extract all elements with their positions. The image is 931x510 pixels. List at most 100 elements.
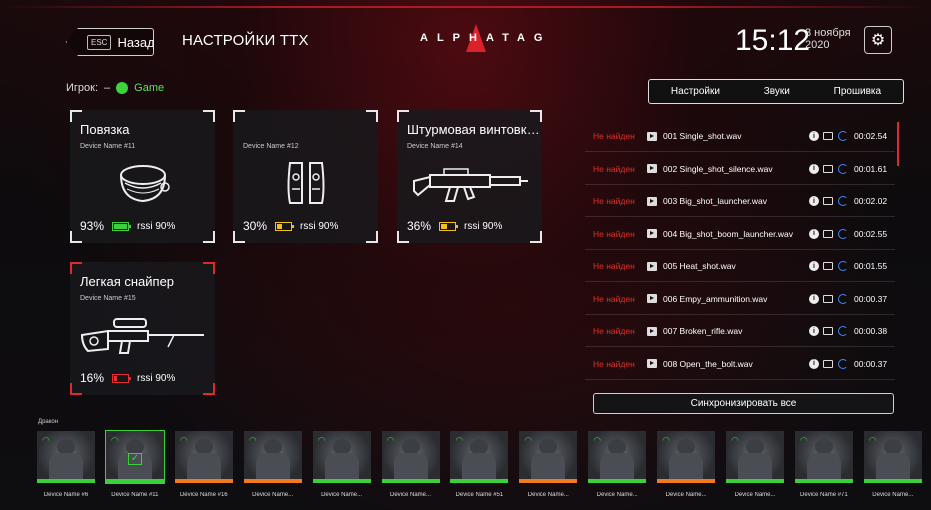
device-title: Повязка: [80, 122, 130, 137]
player-name: Device Name...: [596, 492, 638, 498]
play-icon[interactable]: [647, 229, 657, 238]
play-icon[interactable]: [647, 261, 657, 271]
play-icon[interactable]: [647, 131, 657, 141]
wifi-icon: ◠: [455, 435, 464, 445]
folder-icon[interactable]: [823, 262, 833, 270]
device-name: Device Name #15: [80, 295, 136, 302]
folder-icon[interactable]: [823, 294, 833, 303]
info-icon[interactable]: i: [809, 131, 819, 141]
play-icon[interactable]: [647, 294, 657, 303]
sync-icon[interactable]: [838, 131, 848, 141]
status-bar: [450, 479, 509, 483]
sound-duration: 00:02.02: [854, 196, 888, 206]
sound-filename: 005 Heat_shot.wav: [663, 261, 736, 271]
folder-icon[interactable]: [823, 197, 833, 205]
top-accent-line: [0, 6, 931, 8]
folder-icon[interactable]: [823, 164, 833, 173]
sound-row[interactable]: Не найден 004 Big_shot_boom_launcher.wav i…: [585, 219, 895, 250]
player-name: Device Name...: [527, 492, 569, 498]
status-bar: [657, 479, 716, 483]
player-tile[interactable]: ◠: [37, 431, 95, 483]
device-card-sniper-rifle[interactable]: Легкая снайпер Device Name #15 16% rssi …: [70, 262, 215, 395]
sound-status: Не найден: [593, 196, 635, 206]
check-icon: ✓: [127, 453, 142, 465]
info-icon[interactable]: i: [809, 293, 819, 304]
wifi-icon: ◠: [799, 435, 808, 445]
player-tile[interactable]: ◠: [174, 431, 233, 483]
folder-icon[interactable]: [823, 132, 833, 140]
rssi-value: rssi 90%: [137, 220, 176, 232]
sound-status: Не найден: [593, 293, 635, 304]
wifi-icon: ◠: [248, 435, 257, 445]
player-name: Device Name #6: [43, 492, 89, 498]
player-tile[interactable]: ◠: [519, 431, 578, 483]
play-icon[interactable]: [647, 196, 657, 206]
player-tile[interactable]: ◠: [794, 431, 853, 483]
sync-icon[interactable]: [838, 326, 848, 336]
battery-icon: [439, 221, 459, 231]
sync-icon[interactable]: [838, 358, 848, 369]
sound-row[interactable]: Не найден 002 Single_shot_silence.wav i 00:…: [585, 154, 895, 185]
info-icon[interactable]: i: [809, 261, 819, 271]
sync-icon[interactable]: [838, 196, 848, 206]
folder-icon[interactable]: [823, 229, 833, 238]
tab-bar: Настройки Звуки Прошивка: [648, 79, 904, 104]
status-bar: [243, 479, 302, 483]
tab-sounds[interactable]: Звуки: [764, 86, 790, 97]
player-tile[interactable]: ◠: [312, 431, 371, 483]
wifi-icon: ◠: [868, 435, 877, 445]
sound-row[interactable]: Не найден 001 Single_shot.wav i 00:02.54: [585, 121, 895, 152]
folder-icon[interactable]: [823, 327, 833, 335]
sound-row[interactable]: Не найден 005 Heat_shot.wav i 00:01.55: [585, 251, 895, 282]
device-name: Device Name #14: [407, 143, 463, 150]
sync-icon[interactable]: [838, 293, 848, 304]
play-icon[interactable]: [647, 359, 657, 368]
sound-row[interactable]: Не найден 006 Empy_ammunition.wav i 00:00.3…: [585, 284, 895, 315]
sync-icon[interactable]: [838, 163, 848, 174]
sound-filename: 006 Empy_ammunition.wav: [663, 293, 768, 304]
battery-icon: [112, 221, 132, 231]
sound-duration: 00:02.54: [854, 131, 888, 141]
device-card-headband[interactable]: Повязка Device Name #11 93% rssi 90%: [70, 110, 215, 243]
sync-icon[interactable]: [838, 228, 848, 239]
tab-settings[interactable]: Настройки: [671, 86, 720, 97]
player-tile[interactable]: ◠: [863, 431, 922, 483]
player-tile[interactable]: ◠ ✓: [104, 430, 165, 484]
sound-status: Не найден: [593, 131, 635, 141]
player-name: Device Name #71: [800, 492, 848, 498]
sound-row[interactable]: Не найден 008 Open_the_bolt.wav i 00:00.37: [585, 349, 895, 380]
player-tile[interactable]: ◠: [588, 431, 647, 483]
play-icon[interactable]: [647, 326, 657, 336]
tab-firmware[interactable]: Прошивка: [834, 86, 881, 97]
info-icon[interactable]: i: [809, 163, 819, 174]
folder-icon[interactable]: [823, 359, 833, 368]
device-card-assault-rifle[interactable]: Штурмовая винтовка... Device Name #14 36…: [397, 110, 542, 243]
player-name: Device Name #51: [455, 492, 504, 498]
sound-status: Не найден: [593, 358, 635, 369]
info-icon[interactable]: i: [809, 196, 819, 206]
player-tile[interactable]: ◠: [726, 431, 784, 483]
player-value: –: [104, 82, 111, 94]
player-tile[interactable]: ◠: [243, 431, 302, 483]
settings-button[interactable]: ⚙: [864, 26, 892, 54]
back-button[interactable]: ESC Назад: [66, 28, 154, 56]
sound-row[interactable]: Не найден 003 Big_shot_launcher.wav i 00:02…: [585, 186, 895, 217]
status-bar: [726, 479, 784, 483]
device-title: Штурмовая винтовка...: [407, 122, 542, 137]
device-card-vest[interactable]: Device Name #12 30% rssi 90%: [233, 110, 378, 243]
player-name: Device Name...: [872, 492, 914, 498]
player-tile[interactable]: ◠: [450, 431, 509, 483]
play-icon[interactable]: [647, 164, 657, 173]
info-icon[interactable]: i: [809, 228, 819, 239]
info-icon[interactable]: i: [809, 358, 819, 369]
scrollbar[interactable]: [897, 122, 899, 166]
sync-all-button[interactable]: Синхронизировать все: [593, 393, 894, 414]
player-tile[interactable]: ◠: [381, 431, 440, 483]
player-tile[interactable]: ◠: [657, 431, 716, 483]
sync-icon[interactable]: [838, 261, 848, 271]
sound-row[interactable]: Не найден 007 Broken_rifle.wav i 00:00.38: [585, 316, 895, 347]
info-icon[interactable]: i: [809, 326, 819, 336]
sound-filename: 003 Big_shot_launcher.wav: [663, 196, 767, 206]
player-name: Device Name #11: [111, 492, 159, 498]
status-bar: [519, 479, 578, 483]
